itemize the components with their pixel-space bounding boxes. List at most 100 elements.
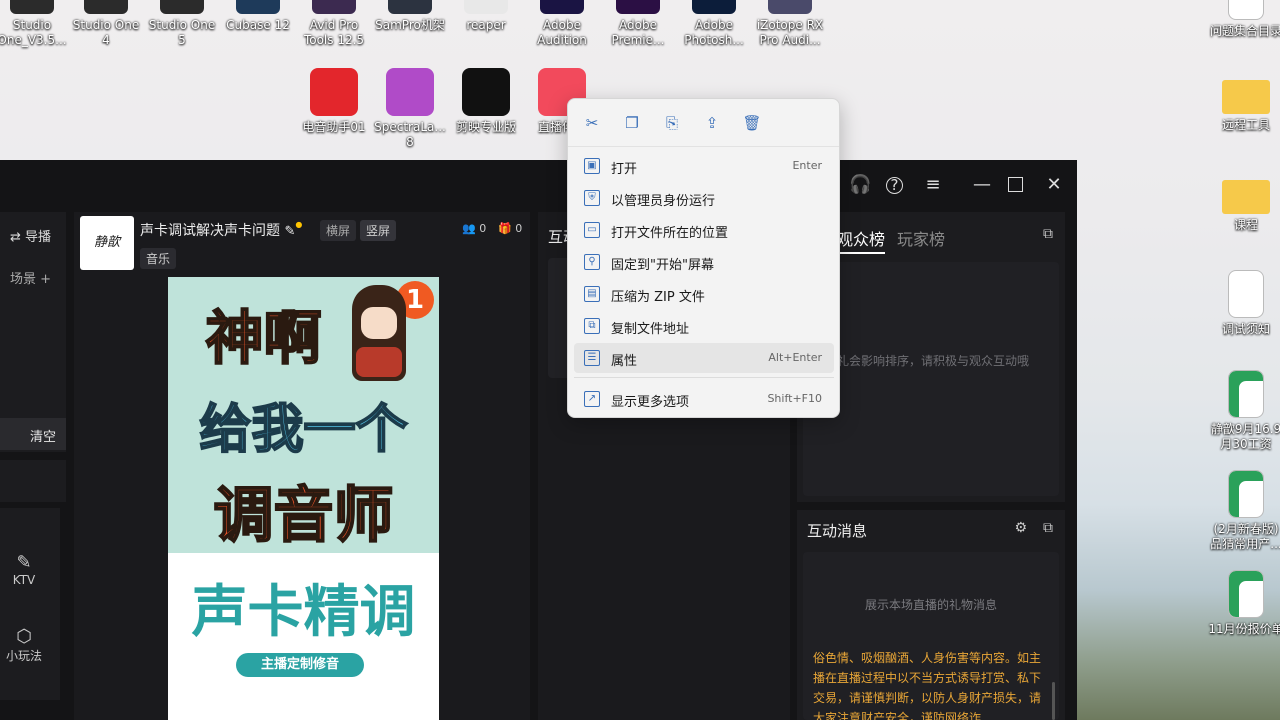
desktop-shortcut[interactable]: Adobe Photosh... [676, 0, 752, 48]
menu-icon[interactable]: ≡ [922, 174, 944, 196]
menu-separator [574, 377, 834, 378]
app-icon [692, 0, 736, 14]
desktop-shortcut[interactable]: 电音助手01 [296, 68, 372, 135]
rename-icon[interactable]: ⎘ [660, 111, 684, 135]
clear-button[interactable]: 清空 [0, 418, 66, 450]
menu-item-label: 复制文件地址 [611, 322, 690, 337]
switch-broadcast-button[interactable]: ⇄ 导播 [10, 226, 51, 245]
file-label: (2月新春版)品猜常用产... [1210, 522, 1280, 551]
tag-music[interactable]: 音乐 [140, 248, 177, 269]
folder-icon [1222, 80, 1270, 114]
poster-line-1: 神啊 [204, 303, 322, 373]
ranking-hint: 加送礼会影响排序，请积极与观众互动哦 [813, 354, 1030, 368]
minimize-button[interactable]: — [971, 174, 993, 196]
desktop-shortcut[interactable]: Studio One 5 [144, 0, 220, 48]
notice-dot: ● [295, 220, 303, 229]
desktop-shortcut[interactable]: reaper [448, 0, 524, 33]
desktop-file[interactable]: 远程工具 [1208, 70, 1280, 133]
menu-item-label: 打开 [611, 162, 638, 177]
title-bar: 🎧 ? ≡ — ✕ [0, 160, 1077, 208]
desktop-shortcut[interactable]: Avid Pro Tools 12.5 [296, 0, 372, 48]
desktop-shortcut[interactable]: Studio One_V3.5... [0, 0, 70, 48]
nav-mini-games[interactable]: ⬡ 小玩法 [0, 626, 48, 664]
scrollbar[interactable] [1052, 682, 1055, 720]
avatar[interactable]: 静歆 [80, 216, 134, 270]
gift-count: 🎁 0 [498, 222, 522, 235]
shortcut-label: Studio One_V3.5... [0, 18, 67, 47]
popout-icon[interactable]: ⧉ [1043, 226, 1053, 242]
desktop-shortcut[interactable]: 剪映专业版 [448, 68, 524, 135]
file-label: 课程 [1233, 218, 1258, 232]
games-label: 小玩法 [5, 649, 42, 663]
desktop-shortcut[interactable]: Cubase 12 [220, 0, 296, 33]
file-label: 问题集合目录 [1209, 24, 1280, 38]
context-menu-item[interactable]: ▤ 压缩为 ZIP 文件 [574, 279, 834, 309]
menu-item-label: 以管理员身份运行 [611, 194, 716, 209]
gift-icon: 🎁 [498, 222, 512, 235]
clear-label: 清空 [29, 430, 56, 445]
share-icon[interactable]: ⇪ [700, 111, 724, 135]
delete-icon[interactable]: 🗑 [740, 111, 764, 135]
app-icon [464, 0, 508, 14]
cut-icon[interactable]: ✂ [580, 111, 604, 135]
add-icon[interactable]: + [40, 272, 51, 287]
switch-label: 导播 [25, 230, 52, 245]
app-icon [84, 0, 128, 14]
headset-icon[interactable]: 🎧 [849, 174, 871, 196]
tag-landscape[interactable]: 横屏 [320, 220, 357, 241]
tab-audience[interactable]: 观众榜 [837, 226, 886, 254]
shortcut-label: Studio One 4 [72, 18, 140, 47]
desktop-shortcut[interactable]: Adobe Premie... [600, 0, 676, 48]
desktop-shortcut[interactable]: SamPro机架 [372, 0, 448, 33]
blank-panel [0, 460, 66, 502]
desktop-file[interactable]: 11月份报价单 [1208, 570, 1280, 637]
context-menu-item[interactable]: ⧉ 复制文件地址 [574, 311, 834, 341]
context-menu: ✂ ❐ ⎘ ⇪ 🗑 ▣ 打开 Enter ⛨ 以管理员身份运行 ▭ 打开文件所在的位置 ⚲ 固定… [567, 98, 840, 418]
tab-players[interactable]: 玩家榜 [897, 226, 945, 250]
nav-ktv[interactable]: ✎ KTV [0, 552, 48, 587]
poster-pill: 主播定制修音 [236, 653, 364, 677]
desktop-shortcut[interactable]: SpectraLa... 8 [372, 68, 448, 150]
context-menu-item[interactable]: ▭ 打开文件所在的位置 [574, 215, 834, 245]
settings-icon[interactable]: ⚙ [1014, 520, 1027, 536]
maximize-button[interactable] [1008, 177, 1023, 192]
context-menu-item[interactable]: ⚲ 固定到"开始"屏幕 [574, 247, 834, 277]
file-label: 静歆9月16.9月30工资 [1210, 422, 1280, 451]
messages-title: 互动消息 [807, 522, 868, 540]
shortcut-label: Cubase 12 [226, 18, 290, 32]
menu-item-icon: ▣ [584, 158, 600, 174]
desktop-shortcut[interactable]: Studio One 4 [68, 0, 144, 48]
desktop-file[interactable]: (2月新春版)品猜常用产... [1208, 470, 1280, 552]
edit-icon[interactable]: ✎ [284, 224, 295, 239]
poster-line-4: 声卡精调 [191, 580, 416, 645]
context-menu-item[interactable]: ↗ 显示更多选项 Shift+F10 [574, 384, 834, 414]
scene-header: 场景 + [10, 268, 51, 287]
desktop-file[interactable]: 静歆9月16.9月30工资 [1208, 370, 1280, 452]
ranking-list: 加送礼会影响排序，请积极与观众互动哦 [803, 262, 1059, 496]
context-menu-item[interactable]: ☰ 属性 Alt+Enter [574, 343, 834, 373]
menu-item-shortcut: Alt+Enter [768, 351, 822, 364]
help-icon[interactable]: ? [886, 177, 903, 194]
shortcut-label: Avid Pro Tools 12.5 [303, 18, 365, 47]
desktop-shortcut[interactable]: iZotope RX Pro Audi... [752, 0, 828, 48]
context-menu-item[interactable]: ▣ 打开 Enter [574, 151, 834, 181]
desktop-file[interactable]: 问题集合目录 [1208, 0, 1280, 39]
desktop-file[interactable]: 调试须知 [1208, 270, 1280, 337]
context-menu-item[interactable]: ⛨ 以管理员身份运行 [574, 183, 834, 213]
close-button[interactable]: ✕ [1043, 174, 1065, 196]
popout-icon[interactable]: ⧉ [1043, 520, 1053, 536]
stream-title-text: 声卡调试解决声卡问题 [140, 223, 280, 239]
tag-portrait[interactable]: 竖屏 [360, 220, 397, 241]
shortcut-label: reaper [466, 18, 506, 32]
scene-label: 场景 [10, 272, 37, 287]
app-icon [236, 0, 280, 14]
copy-icon[interactable]: ❐ [620, 111, 644, 135]
app-icon [312, 0, 356, 14]
shortcut-label: Adobe Photosh... [684, 18, 744, 47]
desktop-file[interactable]: 课程 [1208, 170, 1280, 233]
desktop-shortcut[interactable]: Adobe Audition [524, 0, 600, 48]
viewer-count-value: 0 [479, 222, 487, 235]
messages-hint: 展示本场直播的礼物消息 [864, 598, 997, 612]
shortcut-label: Adobe Premie... [611, 18, 665, 47]
folder-icon [1222, 180, 1270, 214]
